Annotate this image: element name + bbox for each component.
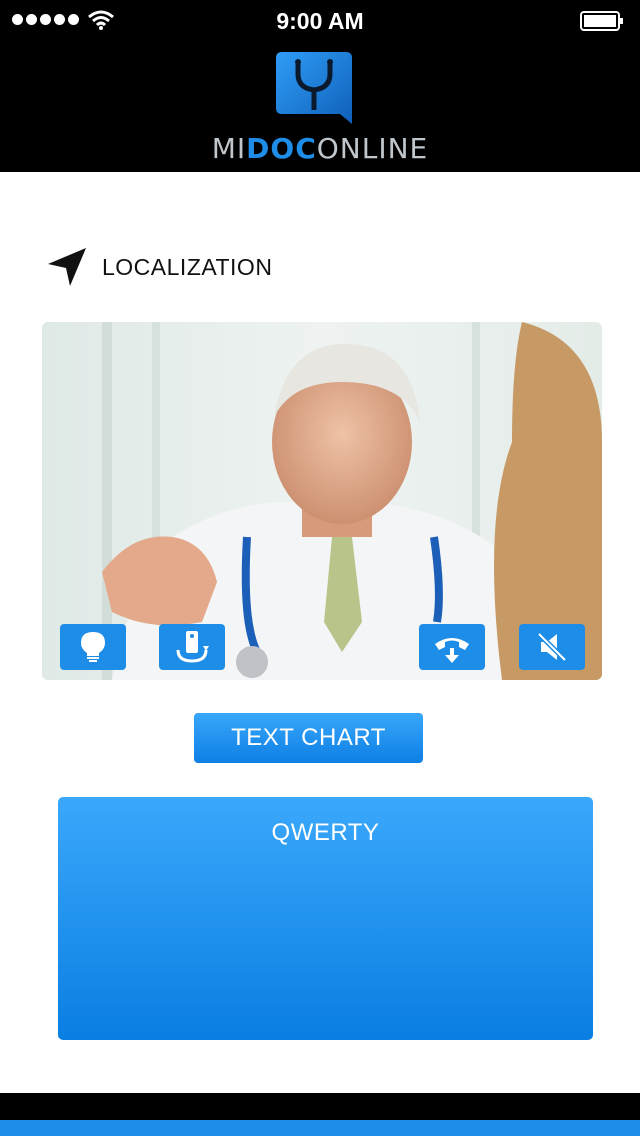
app-logo: MIDOCONLINE <box>0 52 640 165</box>
switch-camera-button[interactable] <box>159 624 225 670</box>
light-bulb-icon <box>81 632 105 662</box>
logo-wordmark: MIDOCONLINE <box>0 132 640 165</box>
bottom-accent-bar <box>0 1120 640 1136</box>
bottom-bar <box>0 1093 640 1120</box>
localization-label: LOCALIZATION <box>102 253 273 280</box>
mute-icon <box>537 632 567 662</box>
app-header: 9:00 AM MIDOCONLINE <box>0 0 640 172</box>
message-text-area[interactable]: QWERTY <box>58 797 593 1040</box>
doctor-video-image <box>42 322 602 680</box>
rotate-phone-icon <box>176 631 209 663</box>
localization-row[interactable]: LOCALIZATION <box>46 246 272 288</box>
battery-icon <box>580 11 623 31</box>
end-call-button[interactable] <box>419 624 485 670</box>
location-arrow-icon <box>48 248 86 286</box>
logo-prefix: MI <box>211 132 247 165</box>
video-call-view <box>42 322 602 680</box>
mute-button[interactable] <box>519 624 585 670</box>
stethoscope-chat-icon <box>276 52 352 124</box>
status-bar: 9:00 AM <box>0 0 640 42</box>
status-time: 9:00 AM <box>276 8 364 34</box>
logo-accent: DOC <box>246 132 317 165</box>
text-chart-button[interactable]: TEXT CHART <box>194 713 423 763</box>
logo-suffix: ONLINE <box>316 132 429 165</box>
flashlight-button[interactable] <box>60 624 126 670</box>
hang-up-icon <box>435 638 469 663</box>
message-text: QWERTY <box>271 819 380 846</box>
